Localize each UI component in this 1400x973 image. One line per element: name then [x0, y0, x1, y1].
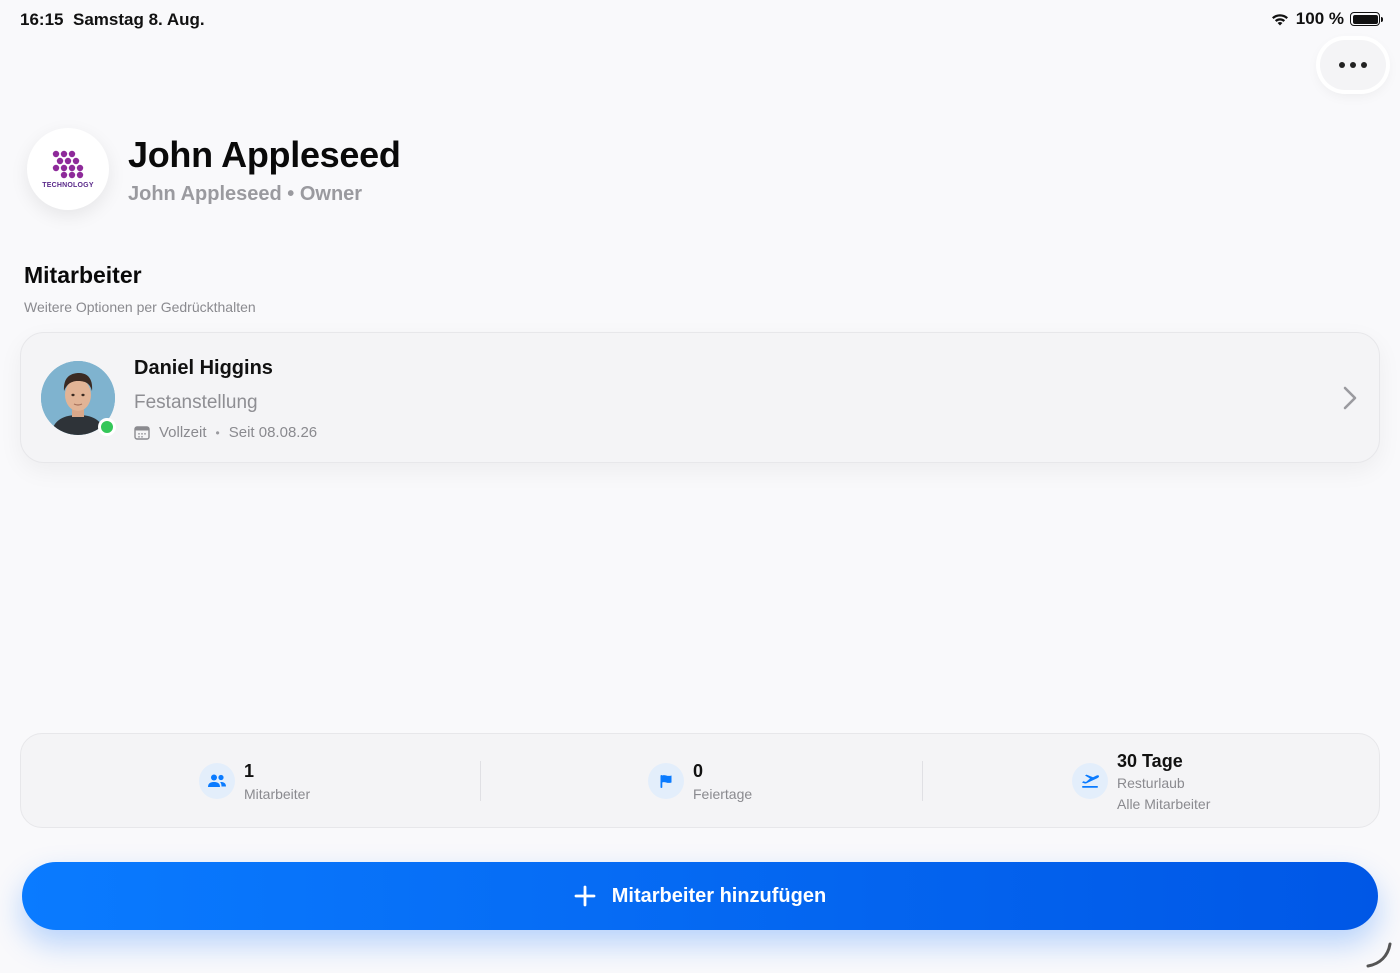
- battery-percentage: 100 %: [1295, 9, 1344, 28]
- employee-name: Daniel Higgins: [134, 357, 273, 379]
- employee-meta: Vollzeit • Seit 08.08.26: [134, 424, 317, 441]
- add-employee-label: Mitarbeiter hinzufügen: [611, 884, 827, 907]
- more-dot: [1350, 62, 1356, 68]
- calendar-icon: [134, 426, 150, 440]
- more-options-button[interactable]: [1320, 40, 1386, 90]
- status-time: 16:15: [20, 10, 64, 29]
- stat-employees: 1 Mitarbeiter: [21, 734, 480, 829]
- stat-vacation: 30 Tage Resturlaub Alle Mitarbeiter: [922, 734, 1381, 829]
- logo-text: TECHNOLOGY: [42, 181, 94, 189]
- online-status-indicator: [98, 418, 116, 436]
- stat-employees-value: 1: [244, 761, 255, 781]
- stats-card: 1 Mitarbeiter 0 Feiertage 30 Tage Restur…: [20, 733, 1380, 828]
- status-date: Samstag 8. Aug.: [73, 10, 205, 29]
- employee-schedule: Vollzeit: [159, 424, 207, 441]
- battery-icon: [1350, 12, 1383, 26]
- logo-dots-icon: [52, 150, 84, 178]
- resize-handle-icon[interactable]: [1366, 940, 1394, 968]
- status-indicators: 100 %: [1270, 9, 1383, 29]
- employment-type: Festanstellung: [134, 392, 258, 413]
- chevron-right-icon: [1343, 386, 1357, 410]
- more-dot: [1361, 62, 1367, 68]
- airplane-icon: [1072, 763, 1108, 799]
- employee-card[interactable]: Daniel Higgins Festanstellung Vollzeit •…: [20, 332, 1380, 463]
- wifi-icon: [1271, 13, 1288, 25]
- stat-holidays-label: Feiertage: [693, 786, 753, 802]
- people-icon: [199, 763, 235, 799]
- more-dot: [1339, 62, 1345, 68]
- stat-vacation-value: 30 Tage: [1117, 751, 1183, 771]
- flag-icon: [648, 763, 684, 799]
- owner-role: John Appleseed • Owner: [128, 183, 363, 205]
- app-screen: 16:15 Samstag 8. Aug. 100 % TECHNOLOGY J…: [0, 0, 1400, 973]
- stat-vacation-sublabel: Alle Mitarbeiter: [1117, 796, 1211, 812]
- plus-icon: [574, 885, 596, 907]
- company-logo: TECHNOLOGY: [27, 128, 109, 210]
- section-title: Mitarbeiter: [24, 262, 142, 288]
- stat-vacation-label: Resturlaub: [1117, 775, 1185, 791]
- stat-holidays-value: 0: [693, 761, 704, 781]
- page-title: John Appleseed: [128, 134, 401, 175]
- section-subtitle: Weitere Optionen per Gedrückthalten: [24, 299, 256, 315]
- stat-employees-label: Mitarbeiter: [244, 786, 311, 802]
- employee-since: Seit 08.08.26: [228, 424, 318, 441]
- meta-separator: •: [215, 425, 220, 440]
- status-bar: 16:15 Samstag 8. Aug. 100 %: [0, 0, 1400, 40]
- add-employee-button[interactable]: Mitarbeiter hinzufügen: [22, 862, 1378, 930]
- stat-holidays: 0 Feiertage: [480, 734, 922, 829]
